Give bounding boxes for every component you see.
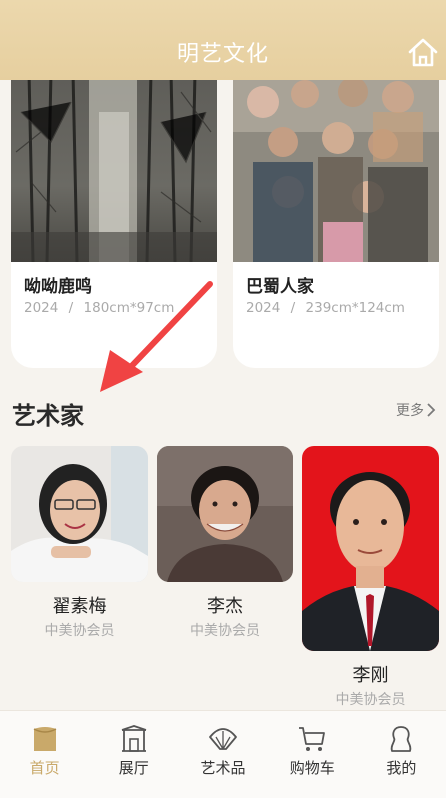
artist-role: 中美协会员: [335, 692, 406, 708]
home-tab-icon: [30, 725, 60, 753]
artist-photo: [157, 446, 293, 582]
artwork-size: 239cm*124cm: [305, 300, 405, 316]
artwork-meta: 2024 / 180cm*97cm: [24, 300, 174, 316]
profile-icon: [386, 725, 416, 753]
tab-home[interactable]: 首页: [0, 711, 89, 798]
tab-profile[interactable]: 我的: [357, 711, 446, 798]
artist-name: 李杰: [207, 596, 243, 617]
artwork-title: 呦呦鹿鸣: [24, 277, 92, 297]
home-content[interactable]: 呦呦鹿鸣 2024 / 180cm*97cm 巴蜀人家 2024 / 239cm…: [0, 80, 446, 710]
tab-cart[interactable]: 购物车: [268, 711, 357, 798]
artist-role: 中美协会员: [44, 623, 115, 639]
app-header: 明艺文化: [0, 0, 446, 80]
more-artists-link[interactable]: 更多: [396, 400, 436, 420]
cart-icon: [297, 725, 327, 753]
tab-label: 购物车: [289, 759, 335, 777]
artwork-card[interactable]: 巴蜀人家 2024 / 239cm*124cm: [233, 80, 439, 368]
chevron-right-icon: [427, 403, 436, 417]
artist-name: 李刚: [352, 665, 389, 686]
page-title: 明艺文化: [176, 42, 269, 67]
fan-icon: [208, 725, 238, 753]
artwork-year: 2024: [246, 300, 281, 316]
more-label: 更多: [396, 403, 424, 419]
artist-photo: [302, 446, 439, 651]
bottom-tab-bar: 首页 展厅 艺术品 购物车 我的: [0, 710, 446, 798]
home-icon[interactable]: [406, 36, 440, 68]
tab-label: 艺术品: [200, 759, 246, 777]
artwork-title: 巴蜀人家: [246, 277, 314, 297]
artwork-card[interactable]: 呦呦鹿鸣 2024 / 180cm*97cm: [11, 80, 217, 368]
artists-section-title: 艺术家: [12, 402, 84, 430]
artwork-meta: 2024 / 239cm*124cm: [246, 300, 405, 316]
tab-label: 我的: [386, 759, 417, 777]
meta-separator: /: [68, 300, 74, 316]
artwork-image: [233, 80, 439, 262]
artist-role: 中美协会员: [190, 623, 260, 639]
artist-card[interactable]: 李杰 中美协会员: [157, 446, 293, 639]
tab-label: 展厅: [118, 759, 149, 777]
meta-separator: /: [290, 300, 296, 316]
artist-card[interactable]: 翟素梅 中美协会员: [11, 446, 148, 639]
tab-gallery[interactable]: 展厅: [89, 711, 178, 798]
artwork-size: 180cm*97cm: [83, 300, 175, 316]
tab-artworks[interactable]: 艺术品: [178, 711, 267, 798]
gallery-icon: [119, 725, 149, 753]
tab-label: 首页: [29, 759, 60, 777]
artist-name: 翟素梅: [52, 596, 107, 617]
artist-card[interactable]: 李刚 中美协会员: [302, 446, 439, 708]
artwork-year: 2024: [24, 300, 59, 316]
artist-photo: [11, 446, 148, 582]
artwork-image: [11, 80, 217, 262]
